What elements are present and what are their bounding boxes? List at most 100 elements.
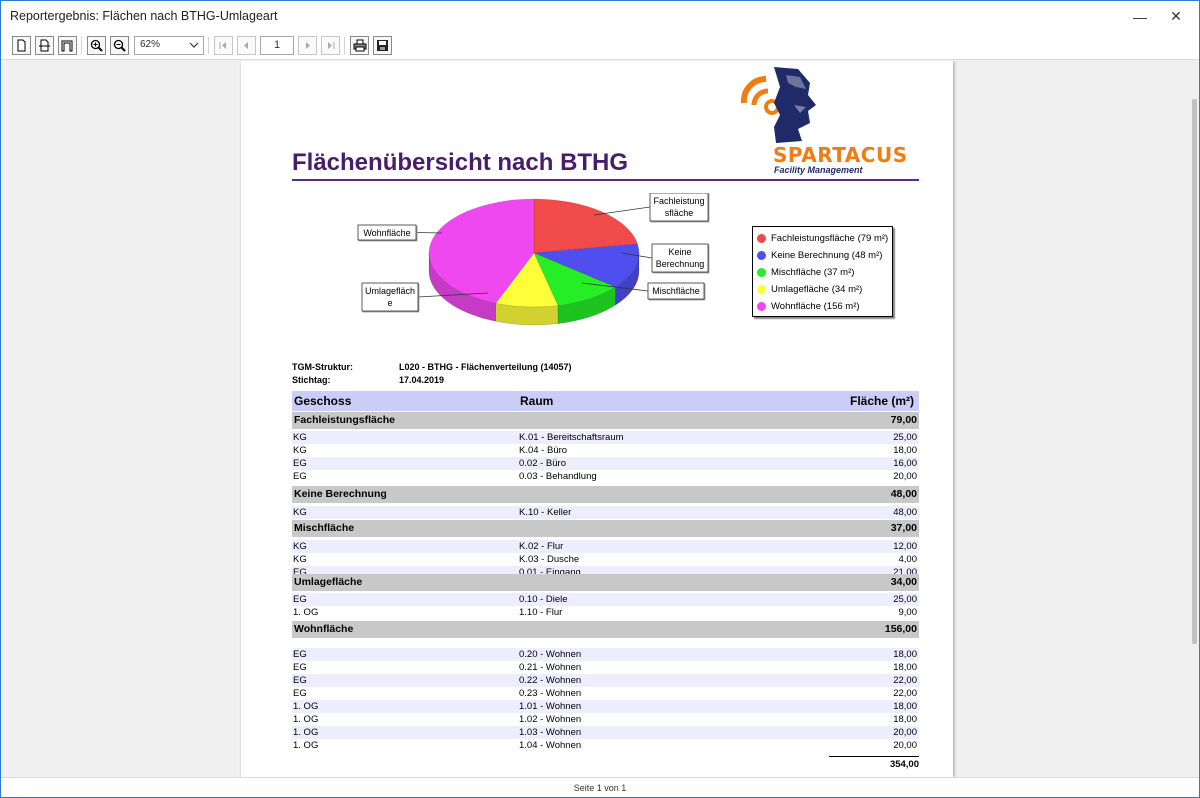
cell-raum: 0.23 - Wohnen [519,688,582,699]
save-button[interactable] [373,36,392,55]
table-row: KG K.03 - Dusche 4,00 [292,553,919,566]
cell-raum: K.10 - Keller [519,507,572,518]
next-page-icon [306,42,310,49]
page-number-input[interactable]: 1 [260,36,294,55]
cell-flaeche: 22,00 [893,688,917,699]
cell-raum: 1.04 - Wohnen [519,740,582,751]
callout-line [415,232,443,234]
group-total: 79,00 [890,414,917,426]
column-header-flaeche: Fläche (m²) [849,394,914,408]
page-width-button[interactable] [35,36,54,55]
group-name: Umlagefläche [294,576,363,588]
table-row: EG 0.23 - Wohnen 22,00 [292,687,919,700]
legend-swatch [757,285,766,294]
legend-item: Umlagefläche (34 m²) [757,281,892,298]
cell-raum: K.03 - Dusche [519,554,580,565]
table-row: EG 0.02 - Büro 16,00 [292,457,919,470]
logo-subtitle: Facility Management [774,165,863,175]
cell-geschoss: KG [293,554,307,565]
two-pages-button[interactable] [58,36,77,55]
callout-line [593,206,651,216]
cell-geschoss: 1. OG [293,701,319,712]
group-row: Fachleistungsfläche 79,00 [292,412,919,429]
last-page-button[interactable] [321,36,340,55]
cell-flaeche: 48,00 [893,507,917,518]
slice-label: Keine [668,247,691,257]
two-pages-icon [61,40,73,52]
group-row: Mischfläche 37,00 [292,520,919,537]
legend-swatch [757,234,766,243]
cell-geschoss: 1. OG [293,740,319,751]
table-row: EG 0.21 - Wohnen 18,00 [292,661,919,674]
cell-geschoss: KG [293,432,307,443]
scrollbar-thumb[interactable] [1192,99,1197,644]
vertical-scrollbar[interactable] [1190,61,1199,777]
legend-item: Fachleistungsfläche (79 m²) [757,230,892,247]
title-bar: Reportergebnis: Flächen nach BTHG-Umlage… [1,1,1199,32]
cell-raum: 1.03 - Wohnen [519,727,582,738]
group-row: Wohnfläche 156,00 [292,621,919,638]
cell-geschoss: 1. OG [293,607,319,618]
slice-label: Mischfläche [652,286,700,296]
last-page-icon [328,42,335,49]
legend-item: Wohnfläche (156 m²) [757,298,892,315]
cell-geschoss: EG [293,471,307,482]
table-row: KG K.10 - Keller 48,00 [292,506,919,519]
slice-label: Wohnfläche [363,228,410,238]
zoom-out-icon [113,39,126,52]
close-button[interactable]: ✕ [1153,1,1199,32]
zoom-out-button[interactable] [110,36,129,55]
cell-raum: 1.01 - Wohnen [519,701,582,712]
single-page-button[interactable] [12,36,31,55]
cell-raum: 0.02 - Büro [519,458,566,469]
cell-flaeche: 9,00 [898,607,918,618]
zoom-in-button[interactable] [87,36,106,55]
meta-value: 17.04.2019 [399,375,445,385]
meta-value: L020 - BTHG - Flächenverteilung (14057) [399,362,572,372]
group-total: 37,00 [890,522,917,534]
first-page-button[interactable] [214,36,233,55]
table-row: 1. OG 1.02 - Wohnen 18,00 [292,713,919,726]
cell-flaeche: 16,00 [893,458,917,469]
print-button[interactable] [350,36,369,55]
logo-wordmark: SPARTACUS [773,143,908,167]
meta-label: TGM-Struktur: [292,362,353,372]
next-page-button[interactable] [298,36,317,55]
report-viewport[interactable]: SPARTACUS Facility Management Flächenübe… [1,61,1190,777]
cell-flaeche: 18,00 [893,714,917,725]
cell-flaeche: 18,00 [893,662,917,673]
slice-label: Umlagefläch [365,286,415,296]
table-row: 1. OG 1.01 - Wohnen 18,00 [292,700,919,713]
table-row: 1. OG 1.04 - Wohnen 20,00 [292,739,919,752]
legend-swatch [757,302,766,311]
cell-geschoss: 1. OG [293,714,319,725]
column-header-raum: Raum [520,394,554,408]
legend-label: Umlagefläche (34 m²) [771,284,863,295]
legend-item: Mischfläche (37 m²) [757,264,892,281]
group-total: 34,00 [890,576,917,588]
group-total: 156,00 [884,623,917,635]
cell-raum: 1.02 - Wohnen [519,714,582,725]
slice-label: sfläche [665,208,694,218]
cell-geschoss: EG [293,662,307,673]
cell-geschoss: KG [293,541,307,552]
close-icon: ✕ [1170,8,1182,24]
previous-page-button[interactable] [237,36,256,55]
cell-flaeche: 20,00 [893,727,917,738]
zoom-select[interactable]: 62% [134,36,204,55]
cell-raum: 0.03 - Behandlung [519,471,597,482]
table-row: EG 0.10 - Diele 25,00 [292,593,919,606]
legend-label: Fachleistungsfläche (79 m²) [771,233,889,244]
cell-raum: K.02 - Flur [519,541,564,552]
slice-label: Berechnung [656,259,705,269]
cell-flaeche: 18,00 [893,701,917,712]
legend-swatch [757,251,766,260]
first-page-icon [219,42,226,49]
report-title: Flächenübersicht nach BTHG [292,149,629,176]
meta-label: Stichtag: [292,375,331,385]
report-window: Reportergebnis: Flächen nach BTHG-Umlage… [0,0,1200,798]
cell-geschoss: EG [293,649,307,660]
group-name: Fachleistungsfläche [294,414,395,426]
group-name: Wohnfläche [294,623,354,635]
pie-slice [533,198,638,254]
